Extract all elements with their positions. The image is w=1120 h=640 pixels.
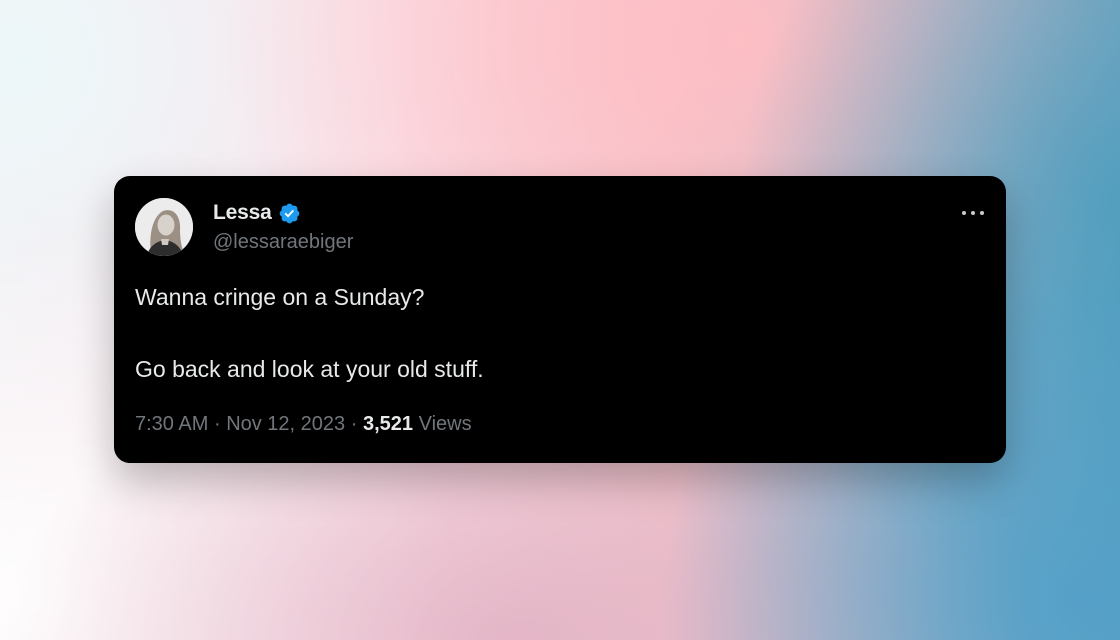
ellipsis-icon-dot: [980, 211, 984, 215]
tweet-time[interactable]: 7:30 AM: [135, 413, 208, 435]
tweet-text: Wanna cringe on a Sunday? Go back and lo…: [135, 282, 975, 384]
more-options-button[interactable]: [962, 202, 984, 224]
verified-badge-icon: [278, 202, 301, 225]
tweet-meta: 7:30 AM · Nov 12, 2023 · 3,521 Views: [135, 413, 472, 436]
tweet-text-line: Go back and look at your old stuff.: [135, 356, 484, 382]
tweet-date[interactable]: Nov 12, 2023: [226, 413, 345, 435]
tweet-text-line: Wanna cringe on a Sunday?: [135, 284, 425, 310]
views-count: 3,521: [362, 413, 414, 435]
views-label: Views: [418, 413, 472, 435]
ellipsis-icon-dot: [971, 211, 975, 215]
ellipsis-icon-dot: [962, 211, 966, 215]
tweet-card[interactable]: Lessa @lessaraebiger Wanna cringe on a S…: [114, 176, 1006, 463]
author-handle[interactable]: @lessaraebiger: [213, 231, 353, 254]
avatar[interactable]: [135, 198, 193, 256]
meta-separator: ·: [350, 413, 358, 435]
author-name-row: Lessa: [213, 200, 301, 226]
meta-separator: ·: [213, 413, 221, 435]
author-name[interactable]: Lessa: [213, 201, 272, 225]
avatar-photo: [135, 198, 193, 256]
